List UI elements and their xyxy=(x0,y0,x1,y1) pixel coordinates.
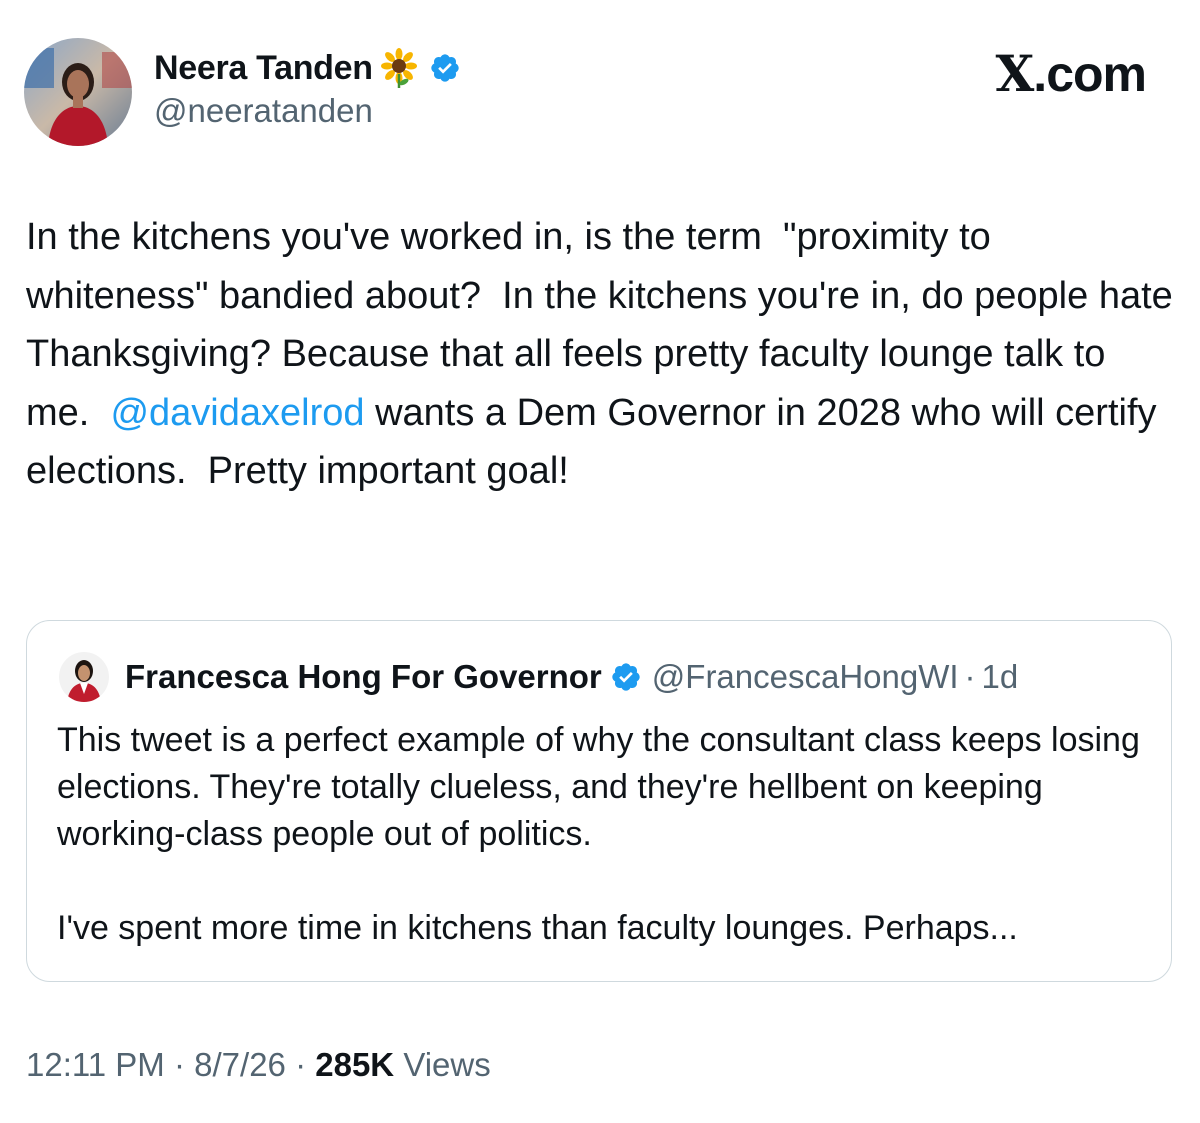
quoted-tweet-header: Francesca Hong For Governor @FrancescaHo… xyxy=(125,655,1018,699)
author-display-name[interactable]: Neera Tanden xyxy=(154,49,373,88)
quoted-tweet-card[interactable]: Francesca Hong For Governor @FrancescaHo… xyxy=(26,620,1172,982)
quoted-author-name[interactable]: Francesca Hong For Governor xyxy=(125,658,602,696)
author-avatar[interactable] xyxy=(24,38,132,146)
views-count: 285K xyxy=(315,1046,395,1083)
brand-domain: .com xyxy=(1033,46,1147,102)
author-handle[interactable]: @neeratanden xyxy=(154,92,373,130)
brand-logo: X.com xyxy=(996,44,1147,103)
meta-separator: · xyxy=(295,1046,307,1083)
tweet-mention-link[interactable]: @davidaxelrod xyxy=(110,392,364,434)
meta-separator: · xyxy=(173,1046,185,1083)
tweet-time[interactable]: 12:11 PM xyxy=(26,1046,165,1083)
views-label: Views xyxy=(403,1046,491,1083)
quoted-tweet-paragraph: I've spent more time in kitchens than fa… xyxy=(57,909,1018,947)
tweet-footer: 12:11 PM · 8/7/26 · 285K Views xyxy=(26,1046,491,1084)
tweet-date[interactable]: 8/7/26 xyxy=(194,1046,286,1083)
quoted-tweet-paragraph: This tweet is a perfect example of why t… xyxy=(57,721,1140,853)
x-logo-icon: X xyxy=(995,44,1035,103)
quoted-author-handle[interactable]: @FrancescaHongWI xyxy=(652,658,959,696)
tweet-text: In the kitchens you've worked in, is the… xyxy=(26,208,1176,501)
author-name-row: Neera Tanden xyxy=(154,46,461,90)
quoted-tweet-text: This tweet is a perfect example of why t… xyxy=(57,717,1147,952)
quoted-author-avatar[interactable] xyxy=(59,652,109,702)
verified-badge-icon xyxy=(431,54,459,82)
quoted-tweet-age[interactable]: 1d xyxy=(982,658,1019,696)
verified-badge-icon xyxy=(612,663,640,691)
sunflower-icon xyxy=(380,48,417,88)
meta-separator: · xyxy=(964,658,976,695)
